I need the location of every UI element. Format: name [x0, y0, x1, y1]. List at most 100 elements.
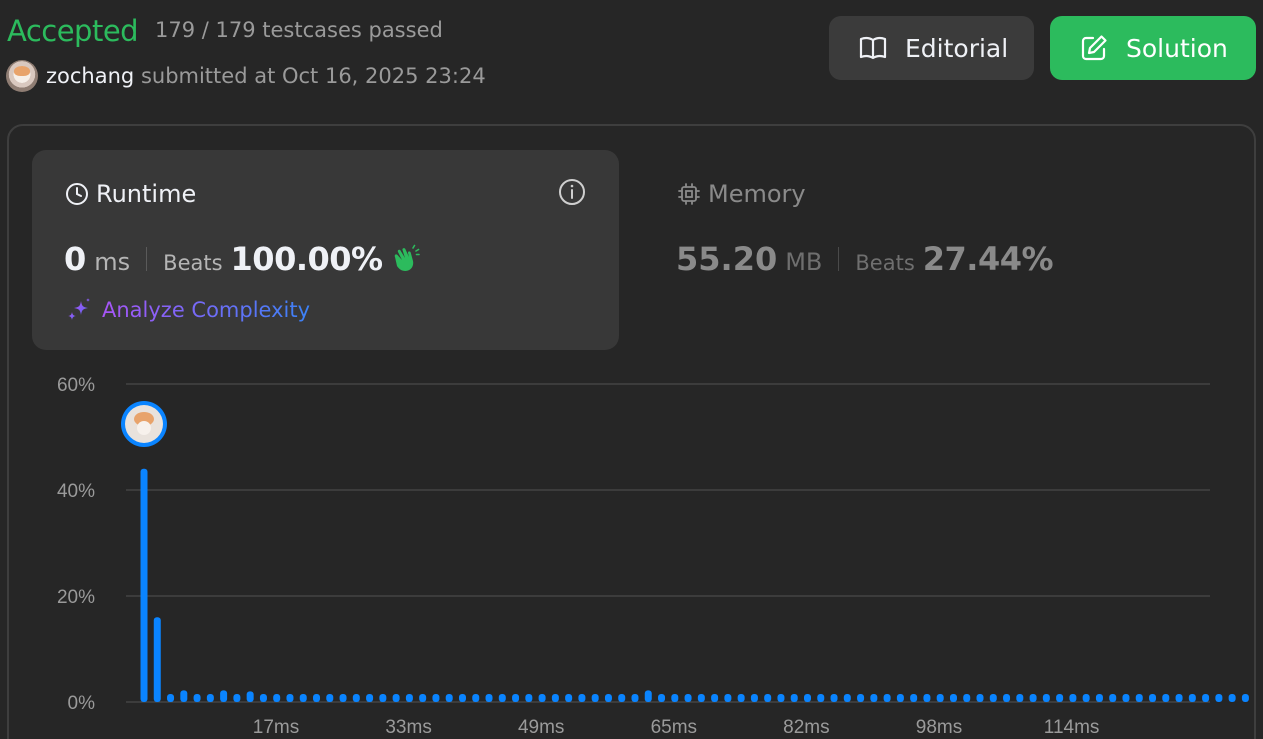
edit-icon	[1078, 32, 1110, 64]
chart-bar[interactable]	[1082, 694, 1090, 702]
chart-bar[interactable]	[671, 694, 679, 702]
chart-bar[interactable]	[976, 694, 984, 702]
chart-bar[interactable]	[498, 694, 506, 702]
chart-bar[interactable]	[1109, 694, 1117, 702]
chart-bar[interactable]	[1215, 694, 1223, 702]
chart-bar[interactable]	[883, 694, 891, 702]
chart-bar[interactable]	[697, 694, 705, 702]
chart-bar[interactable]	[432, 694, 440, 702]
analyze-complexity-link[interactable]: Analyze Complexity	[64, 295, 310, 325]
submission-meta: zochang submitted at Oct 16, 2025 23:24	[46, 64, 486, 88]
chart-bar[interactable]	[804, 694, 811, 702]
avatar[interactable]	[6, 60, 38, 92]
chart-bar[interactable]	[604, 694, 612, 702]
chart-bar[interactable]	[326, 694, 334, 702]
chart-bar[interactable]	[405, 694, 413, 702]
chart-bar[interactable]	[1149, 694, 1157, 702]
info-icon[interactable]	[557, 177, 587, 207]
chart-bar[interactable]	[246, 691, 254, 702]
chart-bar[interactable]	[989, 694, 997, 702]
submitted-time: submitted at Oct 16, 2025 23:24	[140, 64, 486, 88]
chart-bar[interactable]	[565, 694, 573, 702]
chart-bar[interactable]	[923, 694, 931, 702]
chart-bar[interactable]	[299, 694, 307, 702]
chart-bar[interactable]	[1162, 694, 1170, 702]
chart-bar[interactable]	[379, 694, 387, 702]
chart-bar[interactable]	[644, 690, 652, 702]
chart-bar[interactable]	[910, 694, 918, 702]
chart-bar[interactable]	[445, 694, 453, 702]
chart-bar[interactable]	[286, 694, 294, 702]
chart-bar[interactable]	[963, 694, 971, 702]
chart-bar[interactable]	[896, 694, 904, 702]
chart-bar[interactable]	[180, 690, 188, 702]
chart-bar[interactable]	[1016, 694, 1024, 702]
chart-bar[interactable]	[193, 694, 201, 702]
chart-bar[interactable]	[1003, 694, 1011, 702]
chart-bar[interactable]	[724, 694, 732, 702]
chart-bar[interactable]	[777, 694, 785, 702]
chart-bar[interactable]	[684, 694, 692, 702]
chart-bar[interactable]	[1122, 694, 1130, 702]
runtime-beats-value: 100.00%	[230, 240, 384, 278]
chart-bar[interactable]	[472, 694, 480, 702]
chart-bar[interactable]	[1069, 694, 1077, 702]
chart-bar[interactable]	[313, 694, 321, 702]
chart-bar[interactable]	[711, 694, 719, 702]
chart-bar[interactable]	[618, 694, 626, 702]
runtime-card[interactable]: Runtime 0 ms Beats 100.00% Analyze Compl…	[32, 150, 619, 350]
chart-bar[interactable]	[1029, 694, 1037, 702]
chart-bar[interactable]	[750, 694, 758, 702]
chart-bar[interactable]	[857, 694, 865, 702]
chart-bar[interactable]	[764, 694, 772, 702]
chart-bar[interactable]	[206, 694, 214, 702]
username-link[interactable]: zochang	[46, 64, 134, 88]
chart-bar[interactable]	[525, 694, 533, 702]
chart-bar[interactable]	[140, 468, 148, 702]
chart-bar[interactable]	[1202, 694, 1210, 702]
chart-bar[interactable]	[830, 694, 838, 702]
chart-bar[interactable]	[843, 694, 851, 702]
chart-bar[interactable]	[949, 694, 957, 702]
solution-button[interactable]: Solution	[1050, 16, 1256, 80]
chart-bar[interactable]	[1135, 694, 1143, 702]
memory-value: 55.20	[676, 240, 778, 278]
chart-bar[interactable]	[392, 694, 400, 702]
chart-bar[interactable]	[737, 694, 745, 702]
chart-bar[interactable]	[578, 694, 586, 702]
chart-bar[interactable]	[1095, 694, 1103, 702]
chart-bar[interactable]	[419, 694, 427, 702]
chart-bar[interactable]	[352, 694, 360, 702]
chart-bar[interactable]	[1188, 694, 1196, 702]
chart-bar[interactable]	[1042, 694, 1050, 702]
chart-bar[interactable]	[153, 617, 161, 702]
chart-bar[interactable]	[1228, 694, 1236, 702]
memory-card[interactable]: Memory 55.20 MB Beats 27.44%	[644, 150, 1244, 350]
chart-bar[interactable]	[1175, 694, 1183, 702]
chart-bar[interactable]	[817, 694, 825, 702]
clap-icon	[389, 243, 421, 275]
chart-bar[interactable]	[870, 694, 878, 702]
chart-bar[interactable]	[551, 694, 559, 702]
chart-bar[interactable]	[591, 694, 599, 702]
chart-bar[interactable]	[936, 694, 944, 702]
chart-bar[interactable]	[1056, 694, 1064, 702]
chart-bar[interactable]	[366, 694, 374, 702]
chart-bar[interactable]	[485, 694, 493, 702]
chart-bar[interactable]	[339, 694, 347, 702]
chart-bar[interactable]	[512, 694, 520, 702]
chart-bar[interactable]	[538, 694, 546, 702]
chart-bar[interactable]	[458, 694, 466, 702]
chart-bar[interactable]	[259, 694, 267, 702]
runtime-distribution-chart[interactable]: 60% 40% 20% 0% 17ms 33ms 49ms 65ms 82ms 98ms 114ms	[0, 360, 1263, 739]
chart-bar[interactable]	[273, 694, 281, 702]
chart-bar[interactable]	[658, 694, 666, 702]
editorial-button[interactable]: Editorial	[829, 16, 1034, 80]
chart-bar[interactable]	[1241, 694, 1249, 702]
chart-bar[interactable]	[220, 690, 228, 702]
chart-bar[interactable]	[167, 694, 175, 702]
chart-bar[interactable]	[790, 694, 798, 702]
chart-bar[interactable]	[233, 694, 241, 702]
runtime-beats-label: Beats	[163, 251, 223, 275]
chart-bar[interactable]	[631, 694, 639, 702]
